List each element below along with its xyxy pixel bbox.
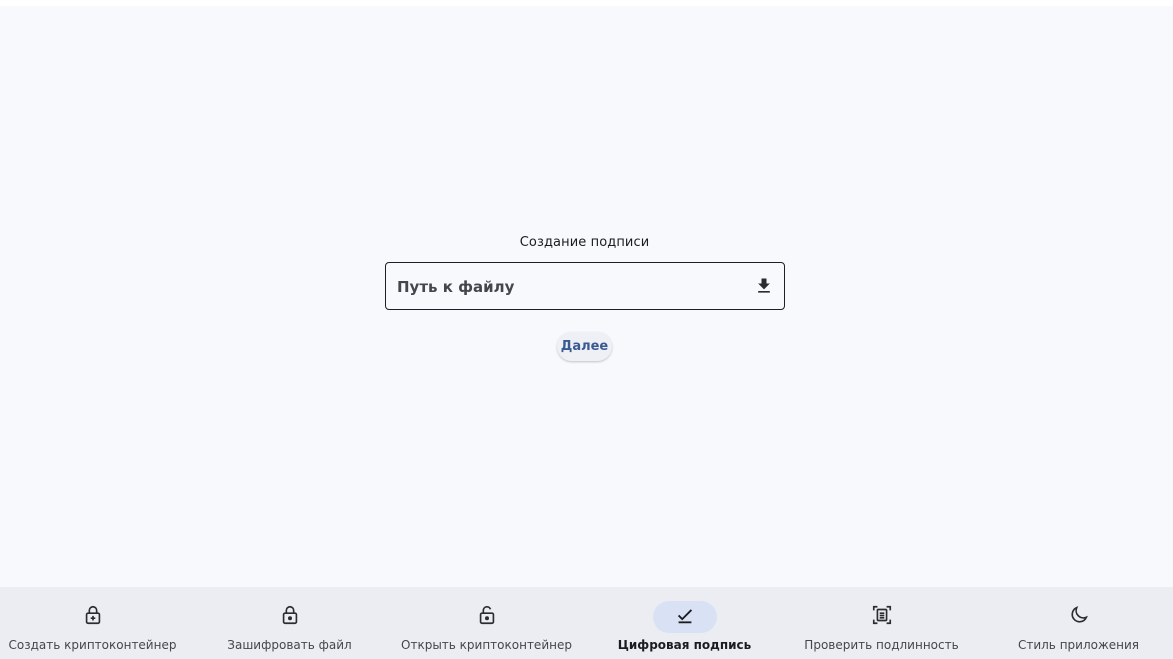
bottom-navigation: Создать криптоконтейнер Зашифровать файл — [0, 587, 1173, 659]
nav-label: Создать криптоконтейнер — [8, 638, 177, 652]
nav-label: Стиль приложения — [1017, 638, 1140, 652]
document-scan-icon — [871, 604, 893, 630]
nav-indicator — [850, 601, 914, 633]
nav-item-open-container[interactable]: Открыть криптоконтейнер — [388, 587, 585, 659]
lock-plus-icon — [82, 604, 104, 630]
lock-open-icon — [476, 604, 498, 630]
app-window: Создание подписи Путь к файлу Далее Созд… — [0, 6, 1173, 659]
download-icon[interactable] — [752, 274, 776, 298]
nav-item-app-style[interactable]: Стиль приложения — [980, 587, 1173, 659]
nav-indicator — [455, 601, 519, 633]
moon-icon — [1068, 604, 1090, 630]
next-button[interactable]: Далее — [557, 332, 612, 361]
file-path-placeholder: Путь к файлу — [397, 278, 515, 296]
nav-indicator — [61, 601, 125, 633]
nav-item-digital-signature[interactable]: Цифровая подпись — [586, 587, 783, 659]
file-path-field[interactable]: Путь к файлу — [385, 262, 785, 310]
page-title: Создание подписи — [519, 235, 650, 250]
nav-item-verify-authenticity[interactable]: Проверить подлинность — [783, 587, 980, 659]
nav-item-create-container[interactable]: Создать криптоконтейнер — [0, 587, 191, 659]
nav-item-encrypt-file[interactable]: Зашифровать файл — [191, 587, 388, 659]
nav-label: Проверить подлинность — [804, 638, 959, 652]
nav-label: Зашифровать файл — [227, 638, 352, 652]
nav-label: Открыть криптоконтейнер — [401, 638, 572, 652]
nav-indicator — [1047, 601, 1111, 633]
main-content: Создание подписи Путь к файлу Далее — [0, 6, 1173, 587]
nav-indicator — [258, 601, 322, 633]
check-icon — [674, 604, 696, 630]
nav-indicator-active — [652, 601, 717, 633]
nav-label: Цифровая подпись — [617, 638, 752, 652]
lock-icon — [279, 604, 301, 630]
